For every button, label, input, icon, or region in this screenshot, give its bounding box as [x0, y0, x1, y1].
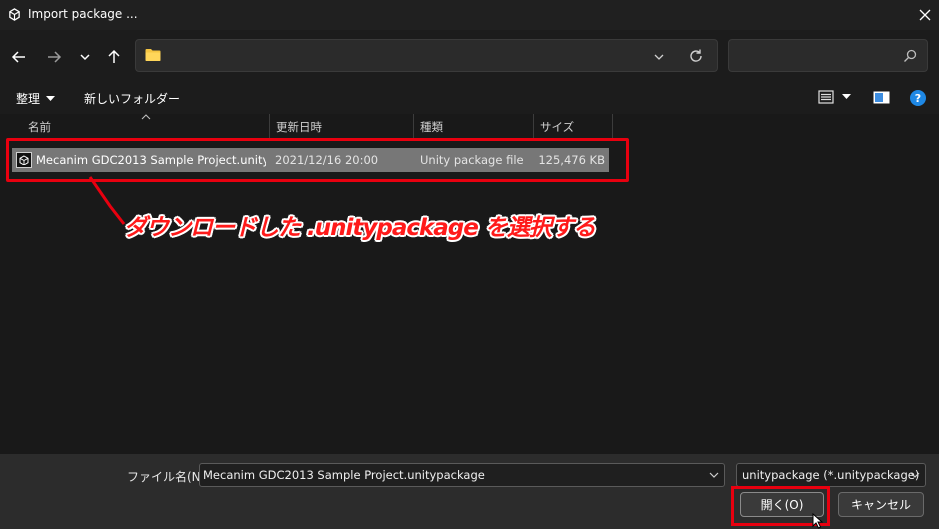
column-size[interactable]: サイズ	[533, 114, 613, 138]
preview-pane-icon	[873, 91, 890, 104]
caret-down-icon	[46, 95, 56, 101]
list-view-icon	[818, 90, 834, 104]
preview-pane-button[interactable]	[873, 91, 890, 107]
annotation-highlight-file	[6, 138, 629, 182]
chevron-down-icon	[910, 472, 920, 478]
up-button[interactable]	[103, 46, 125, 68]
close-icon	[919, 9, 930, 21]
recent-locations-button[interactable]	[74, 46, 96, 68]
search-input[interactable]	[735, 44, 895, 68]
chevron-down-icon	[80, 54, 90, 61]
caret-down-icon	[842, 94, 851, 99]
arrow-up-icon	[108, 49, 120, 63]
search-icon	[904, 49, 917, 62]
new-folder-button[interactable]: 新しいフォルダー	[84, 90, 180, 107]
back-button[interactable]	[8, 46, 30, 68]
filename-label: ファイル名(N):	[127, 470, 210, 484]
folder-icon	[145, 49, 161, 61]
address-bar[interactable]	[135, 39, 718, 72]
column-modified[interactable]: 更新日時	[269, 114, 414, 138]
filename-combobox[interactable]	[199, 463, 725, 487]
organize-menu-button[interactable]: 整理	[16, 90, 56, 107]
help-button[interactable]: ?	[910, 90, 926, 106]
close-button[interactable]	[910, 0, 939, 30]
command-toolbar: 整理 新しいフォルダー ?	[0, 84, 939, 114]
window-title: Import package ...	[28, 7, 138, 21]
search-box[interactable]	[728, 39, 928, 72]
title-bar: Import package ...	[0, 0, 939, 30]
annotation-callout-text: ダウンロードした .unitypackage を選択する	[124, 215, 596, 241]
change-view-button[interactable]	[818, 90, 851, 104]
file-type-select[interactable]: unitypackage (*.unitypackage)	[736, 463, 926, 487]
forward-button[interactable]	[43, 46, 65, 68]
organize-label: 整理	[16, 92, 41, 106]
mouse-cursor-icon	[812, 513, 824, 529]
refresh-icon[interactable]	[688, 48, 704, 64]
file-type-value: unitypackage (*.unitypackage)	[742, 468, 920, 482]
address-history-icon[interactable]	[652, 50, 666, 64]
column-header-row: 名前 更新日時 種類 サイズ	[0, 114, 939, 138]
column-type[interactable]: 種類	[413, 114, 534, 138]
filename-field[interactable]	[203, 467, 698, 483]
cancel-button[interactable]: キャンセル	[838, 492, 924, 517]
arrow-left-icon	[11, 51, 25, 63]
unity-icon	[9, 8, 20, 21]
arrow-right-icon	[48, 51, 62, 63]
chevron-down-icon[interactable]	[708, 469, 720, 481]
column-name[interactable]: 名前	[21, 114, 270, 138]
navigation-bar	[0, 30, 939, 84]
